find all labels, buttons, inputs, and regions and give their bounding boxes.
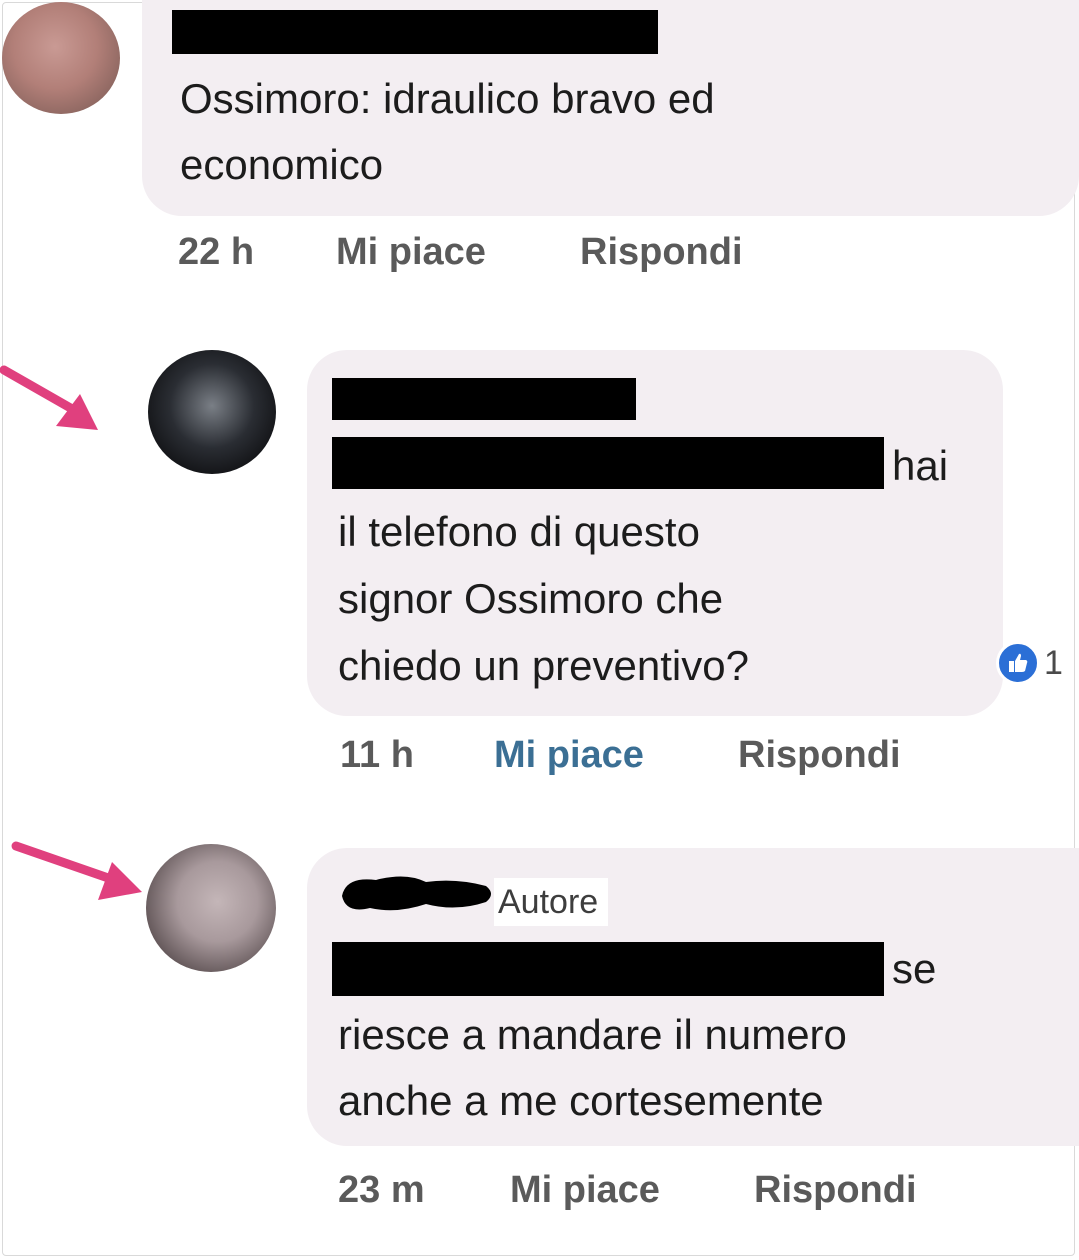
reply-button[interactable]: Rispondi <box>738 733 901 777</box>
reply-button[interactable]: Rispondi <box>754 1168 917 1212</box>
comment-text-line: se <box>892 945 937 992</box>
comment-text-line: il telefono di questo <box>338 508 700 555</box>
pink-arrow-icon <box>11 841 142 900</box>
comment-timestamp: 23 m <box>338 1169 425 1211</box>
redacted-author-name <box>342 876 491 911</box>
avatar[interactable] <box>148 350 276 474</box>
comment-text-line: anche a me cortesemente <box>338 1077 824 1124</box>
comment-text-line: economico <box>180 141 384 188</box>
reply-button[interactable]: Rispondi <box>580 230 743 274</box>
comment-timestamp: 22 h <box>178 231 255 273</box>
comment-text-line: Ossimoro: idraulico bravo ed <box>180 75 715 122</box>
comment-text-line: riesce a mandare il numero <box>338 1011 847 1058</box>
pink-arrow-icon <box>0 365 98 430</box>
avatar[interactable] <box>2 2 120 114</box>
comment-text-line: signor Ossimoro che <box>338 575 724 622</box>
redacted-mention <box>332 437 884 489</box>
avatar[interactable] <box>146 844 276 972</box>
comment-text-line: hai <box>892 442 949 489</box>
reaction-count: 1 <box>1044 643 1063 682</box>
like-button[interactable]: Mi piace <box>510 1168 660 1212</box>
author-badge: Autore <box>494 878 609 926</box>
redacted-author-name <box>332 378 636 420</box>
reaction-summary[interactable]: 1 <box>996 640 1063 686</box>
comment-text-line: chiedo un preventivo? <box>338 642 749 689</box>
redacted-mention <box>332 942 884 996</box>
redacted-author-name <box>172 10 658 54</box>
thumbs-up-icon <box>996 641 1040 685</box>
like-button[interactable]: Mi piace <box>494 733 644 777</box>
like-button[interactable]: Mi piace <box>336 230 486 274</box>
comment-timestamp: 11 h <box>340 734 414 776</box>
